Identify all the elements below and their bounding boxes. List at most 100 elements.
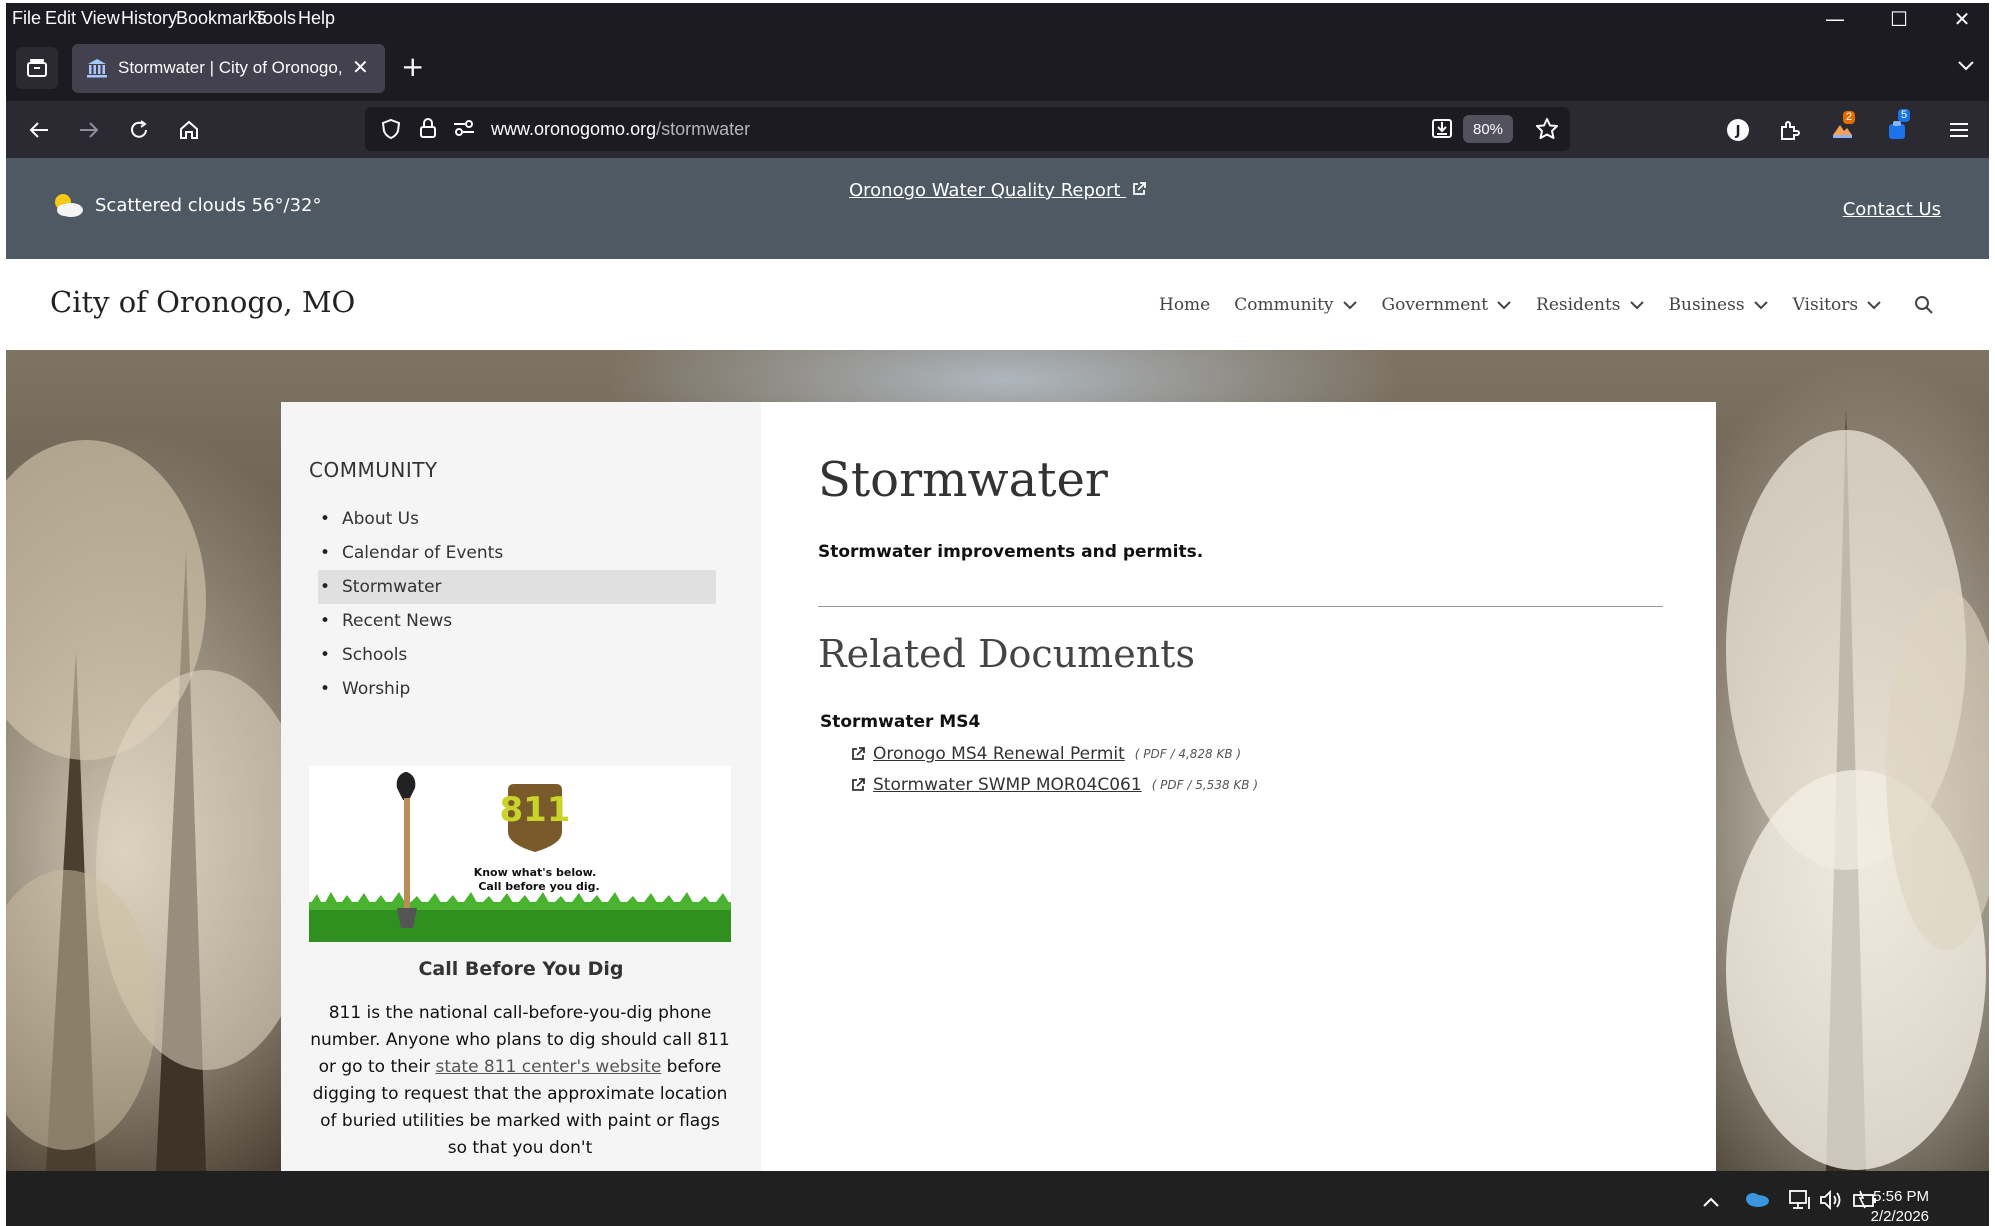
menu-tools[interactable]: Tools bbox=[254, 8, 296, 29]
menu-file[interactable]: File bbox=[12, 8, 41, 29]
new-tab-icon[interactable]: + bbox=[401, 53, 424, 81]
nav-residents[interactable]: Residents bbox=[1536, 295, 1644, 315]
url-text[interactable]: www.oronogomo.org/stormwater bbox=[491, 119, 750, 140]
nav-business[interactable]: Business bbox=[1669, 295, 1769, 315]
water-quality-report-link[interactable]: Oronogo Water Quality Report bbox=[849, 180, 1147, 201]
sidebar-item-calendar-of-events[interactable]: Calendar of Events bbox=[318, 536, 716, 570]
related-documents-heading: Related Documents bbox=[818, 632, 1195, 676]
sidebar-item-stormwater[interactable]: Stormwater bbox=[318, 570, 716, 604]
network-icon[interactable] bbox=[1788, 1189, 1812, 1215]
nav-visitors[interactable]: Visitors bbox=[1793, 295, 1883, 315]
document-item: Stormwater SWMP MOR04C061 ( PDF / 5,538 … bbox=[851, 775, 1258, 795]
sidebar-item-worship[interactable]: Worship bbox=[318, 672, 716, 706]
divider bbox=[818, 606, 1663, 607]
hero-background-image: COMMUNITY About Us Calendar of Events St… bbox=[6, 350, 1989, 1171]
menu-edit[interactable]: Edit bbox=[45, 8, 76, 29]
city-hall-favicon-icon bbox=[86, 57, 108, 84]
ad-description: 811 is the national call-before-you-dig … bbox=[309, 1000, 731, 1162]
sidebar-item-about-us[interactable]: About Us bbox=[318, 502, 716, 536]
account-icon[interactable]: J bbox=[1721, 113, 1755, 147]
page-viewport: Scattered clouds 56°/32° Oronogo Water Q… bbox=[6, 158, 1989, 1171]
home-icon[interactable] bbox=[172, 113, 206, 147]
snowy-tree-right-image bbox=[1726, 410, 1989, 1171]
save-page-icon[interactable] bbox=[1431, 117, 1453, 143]
sidebar-item-recent-news[interactable]: Recent News bbox=[318, 604, 716, 638]
app-menu-hamburger-icon[interactable] bbox=[1942, 113, 1976, 147]
extensions-puzzle-icon[interactable] bbox=[1772, 113, 1806, 147]
extension-a-badge: 2 bbox=[1843, 111, 1856, 124]
nav-home-label: Home bbox=[1159, 295, 1211, 315]
contact-us-link[interactable]: Contact Us bbox=[1843, 199, 1941, 220]
svg-text:J: J bbox=[1735, 124, 1741, 139]
volume-speaker-icon[interactable] bbox=[1818, 1189, 1844, 1215]
tab-list-icon[interactable] bbox=[16, 47, 58, 89]
show-hidden-icons-chevron-up-icon[interactable] bbox=[1702, 1193, 1720, 1212]
reload-icon[interactable] bbox=[122, 113, 156, 147]
site-search-icon[interactable] bbox=[1906, 295, 1934, 315]
extension-b-icon[interactable]: 5 bbox=[1880, 109, 1914, 147]
logo-811-number: 811 bbox=[500, 790, 571, 830]
system-clock[interactable]: 5:56 PM 2/2/2026 bbox=[1871, 1187, 1929, 1226]
list-all-tabs-icon[interactable] bbox=[1957, 57, 1975, 76]
back-icon[interactable] bbox=[22, 113, 56, 147]
forward-icon[interactable] bbox=[72, 113, 106, 147]
call-811-image[interactable]: 811 Know what's below. Call before you d… bbox=[309, 766, 731, 942]
chevron-down-icon bbox=[1867, 301, 1881, 310]
tab-bar: Stormwater | City of Oronogo, MO ✕ + bbox=[6, 35, 1989, 101]
snowy-tree-left-image bbox=[6, 440, 286, 1171]
menu-view[interactable]: View bbox=[81, 8, 120, 29]
chevron-down-icon bbox=[1753, 301, 1768, 310]
maximize-icon[interactable]: ☐ bbox=[1869, 3, 1929, 35]
bookmark-star-icon[interactable] bbox=[1535, 117, 1559, 143]
weather-widget: Scattered clouds 56°/32° bbox=[51, 192, 322, 218]
tracking-protection-shield-icon[interactable] bbox=[381, 118, 401, 144]
permissions-icon[interactable] bbox=[453, 120, 475, 140]
document-link-ms4-renewal-permit[interactable]: Oronogo MS4 Renewal Permit bbox=[873, 744, 1125, 764]
address-bar[interactable]: www.oronogomo.org/stormwater 80% bbox=[365, 107, 1570, 151]
nav-government-label: Government bbox=[1381, 295, 1489, 315]
nav-home[interactable]: Home bbox=[1159, 295, 1210, 315]
extension-b-badge: 5 bbox=[1898, 109, 1911, 122]
sidebar-item-schools[interactable]: Schools bbox=[318, 638, 716, 672]
nav-business-label: Business bbox=[1668, 295, 1745, 315]
navigation-toolbar: www.oronogomo.org/stormwater 80% J 2 5 bbox=[6, 101, 1989, 158]
document-meta: ( PDF / 4,828 KB ) bbox=[1134, 747, 1242, 761]
chevron-down-icon bbox=[1342, 301, 1357, 310]
extension-a-icon[interactable]: 2 bbox=[1825, 111, 1859, 147]
tab-stormwater[interactable]: Stormwater | City of Oronogo, MO ✕ bbox=[72, 44, 385, 93]
nav-community[interactable]: Community bbox=[1234, 295, 1357, 315]
logo-line-1: Know what's below. bbox=[474, 866, 597, 879]
ad-title: Call Before You Dig bbox=[418, 958, 624, 980]
external-link-icon bbox=[852, 778, 865, 791]
zoom-level-button[interactable]: 80% bbox=[1463, 115, 1513, 143]
browser-window: File Edit View History Bookmarks Tools H… bbox=[6, 3, 1989, 1226]
top-info-bar: Scattered clouds 56°/32° Oronogo Water Q… bbox=[6, 158, 1989, 259]
onedrive-cloud-icon[interactable] bbox=[1744, 1191, 1770, 1211]
windows-taskbar: 5:56 PM 2/2/2026 bbox=[6, 1171, 1989, 1226]
nav-government[interactable]: Government bbox=[1382, 295, 1513, 315]
nav-residents-label: Residents bbox=[1536, 295, 1621, 315]
external-link-icon bbox=[852, 747, 865, 760]
url-path: /stormwater bbox=[656, 119, 751, 139]
minimize-icon[interactable]: — bbox=[1805, 3, 1865, 35]
menu-help[interactable]: Help bbox=[298, 8, 335, 29]
menu-history[interactable]: History bbox=[121, 8, 177, 29]
page-subtitle: Stormwater improvements and permits. bbox=[818, 542, 1204, 562]
menu-bookmarks[interactable]: Bookmarks bbox=[176, 8, 266, 29]
menu-bar: File Edit View History Bookmarks Tools H… bbox=[6, 3, 1989, 35]
site-header: City of Oronogo, MO Home Community Gover… bbox=[6, 259, 1989, 350]
close-tab-icon[interactable]: ✕ bbox=[352, 55, 369, 80]
sidebar-nav: About Us Calendar of Events Stormwater R… bbox=[318, 502, 716, 706]
clock-time: 5:56 PM bbox=[1873, 1188, 1929, 1205]
lock-icon[interactable] bbox=[419, 117, 437, 143]
chevron-down-icon bbox=[1629, 301, 1644, 310]
weather-text: Scattered clouds 56°/32° bbox=[95, 194, 322, 216]
state-811-center-link[interactable]: state 811 center's website bbox=[435, 1057, 661, 1077]
document-meta: ( PDF / 5,538 KB ) bbox=[1151, 778, 1258, 792]
chevron-down-icon bbox=[1497, 301, 1511, 310]
logo-line-2: Call before you dig. bbox=[478, 880, 599, 893]
document-group-title: Stormwater MS4 bbox=[820, 712, 981, 732]
document-link-swmp[interactable]: Stormwater SWMP MOR04C061 bbox=[873, 775, 1142, 795]
site-title[interactable]: City of Oronogo, MO bbox=[50, 285, 355, 319]
close-window-icon[interactable]: ✕ bbox=[1932, 3, 1992, 35]
